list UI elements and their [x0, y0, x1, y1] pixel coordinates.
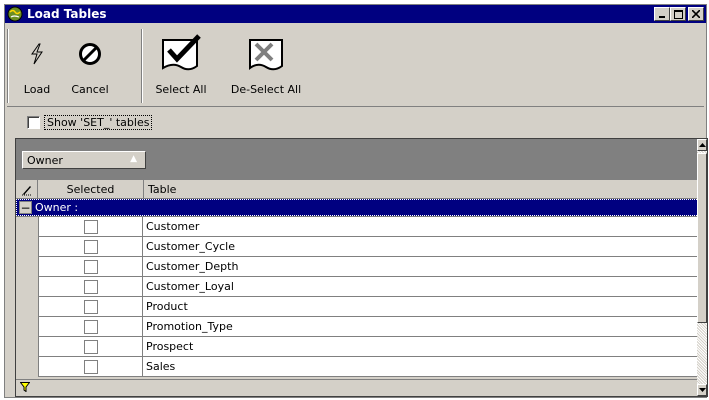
load-tables-window: Load Tables Load Cancel Select All De-Se…: [4, 4, 708, 398]
row-select-checkbox[interactable]: [83, 259, 98, 274]
load-button[interactable]: Load: [17, 25, 57, 107]
toolbar-separator: [141, 29, 143, 103]
row-select-checkbox[interactable]: [83, 339, 98, 354]
show-set-tables-label: Show 'SET_' tables: [44, 115, 153, 130]
select-all-button[interactable]: Select All: [149, 25, 213, 107]
table-row[interactable]: Product: [38, 297, 699, 317]
selected-cell[interactable]: [38, 217, 143, 236]
deselect-all-button[interactable]: De-Select All: [223, 25, 309, 107]
arrow-up-icon: [698, 143, 706, 147]
cancel-button[interactable]: Cancel: [65, 25, 115, 107]
toolbar-separator: [7, 29, 9, 103]
table-name-cell: Promotion_Type: [146, 320, 233, 333]
x-page-icon: [244, 31, 288, 77]
show-set-tables-option[interactable]: Show 'SET_' tables: [27, 115, 153, 130]
column-header-table-label: Table: [148, 183, 177, 196]
owner-group-label: Owner :: [35, 201, 79, 214]
vertical-scrollbar[interactable]: [697, 139, 707, 396]
table-name-cell: Product: [146, 300, 188, 313]
maximize-button[interactable]: [670, 7, 686, 21]
minimize-button[interactable]: [654, 7, 670, 21]
cancel-label: Cancel: [71, 83, 109, 96]
selected-cell[interactable]: [38, 297, 143, 316]
table-row[interactable]: Prospect: [38, 337, 699, 357]
collapse-icon[interactable]: −: [19, 201, 32, 214]
table-name-cell: Customer_Cycle: [146, 240, 235, 253]
column-header-table[interactable]: Table: [144, 180, 699, 199]
table-row[interactable]: Sales: [38, 357, 699, 377]
table-name-cell: Customer_Loyal: [146, 280, 234, 293]
row-select-checkbox[interactable]: [83, 319, 98, 334]
selected-cell[interactable]: [38, 237, 143, 256]
window-controls: [654, 7, 704, 21]
owner-group-row[interactable]: − Owner :: [16, 199, 699, 216]
scrollbar-thumb[interactable]: [697, 153, 707, 323]
row-select-checkbox[interactable]: [83, 279, 98, 294]
filter-funnel-icon[interactable]: [19, 381, 31, 395]
toolbar: Load Cancel Select All De-Select All: [7, 25, 704, 107]
table-name-cell: Prospect: [146, 340, 194, 353]
minimize-icon: [659, 16, 665, 18]
app-globe-icon: [7, 6, 23, 22]
tables-grid: Owner ▲ Selected Table − Owner : Custome…: [15, 138, 708, 397]
cancel-icon: [78, 31, 102, 77]
maximize-icon: [673, 9, 683, 19]
show-set-tables-checkbox[interactable]: [27, 116, 40, 129]
selected-cell[interactable]: [38, 337, 143, 356]
selected-cell[interactable]: [38, 317, 143, 336]
load-label: Load: [23, 83, 51, 96]
checkmark-page-icon: [159, 31, 203, 77]
row-select-checkbox[interactable]: [83, 219, 98, 234]
table-row[interactable]: Promotion_Type: [38, 317, 699, 337]
arrow-down-icon: [698, 388, 706, 392]
table-row[interactable]: Customer_Cycle: [38, 237, 699, 257]
column-header-selected-label: Selected: [66, 183, 115, 196]
table-rows: Customer Customer_Cycle Customer_Depth C…: [16, 217, 699, 379]
selected-cell[interactable]: [38, 257, 143, 276]
group-by-owner-header[interactable]: Owner ▲: [22, 151, 146, 169]
row-select-checkbox[interactable]: [83, 359, 98, 374]
table-name-cell: Customer: [146, 220, 200, 233]
row-select-checkbox[interactable]: [83, 239, 98, 254]
table-name-cell: Sales: [146, 360, 176, 373]
select-all-label: Select All: [155, 83, 207, 96]
table-row[interactable]: Customer_Depth: [38, 257, 699, 277]
deselect-all-label: De-Select All: [230, 83, 302, 96]
table-row[interactable]: Customer: [38, 217, 699, 237]
row-select-checkbox[interactable]: [83, 299, 98, 314]
title-bar[interactable]: Load Tables: [5, 5, 706, 23]
selected-cell[interactable]: [38, 357, 143, 376]
filter-bar[interactable]: [16, 379, 699, 396]
column-header-selected[interactable]: Selected: [38, 180, 144, 199]
window-title: Load Tables: [27, 7, 107, 21]
lightning-icon: [28, 31, 46, 77]
edit-pencil-icon: [16, 180, 38, 199]
close-button[interactable]: [688, 7, 704, 21]
scroll-down-button[interactable]: [697, 384, 707, 396]
group-by-label: Owner: [27, 153, 63, 167]
table-row[interactable]: Customer_Loyal: [38, 277, 699, 297]
sort-ascending-icon: ▲: [130, 154, 137, 164]
selected-cell[interactable]: [38, 277, 143, 296]
close-icon: [692, 10, 700, 18]
scroll-up-button[interactable]: [697, 139, 707, 151]
column-header-row: Selected Table: [16, 180, 699, 199]
table-name-cell: Customer_Depth: [146, 260, 239, 273]
